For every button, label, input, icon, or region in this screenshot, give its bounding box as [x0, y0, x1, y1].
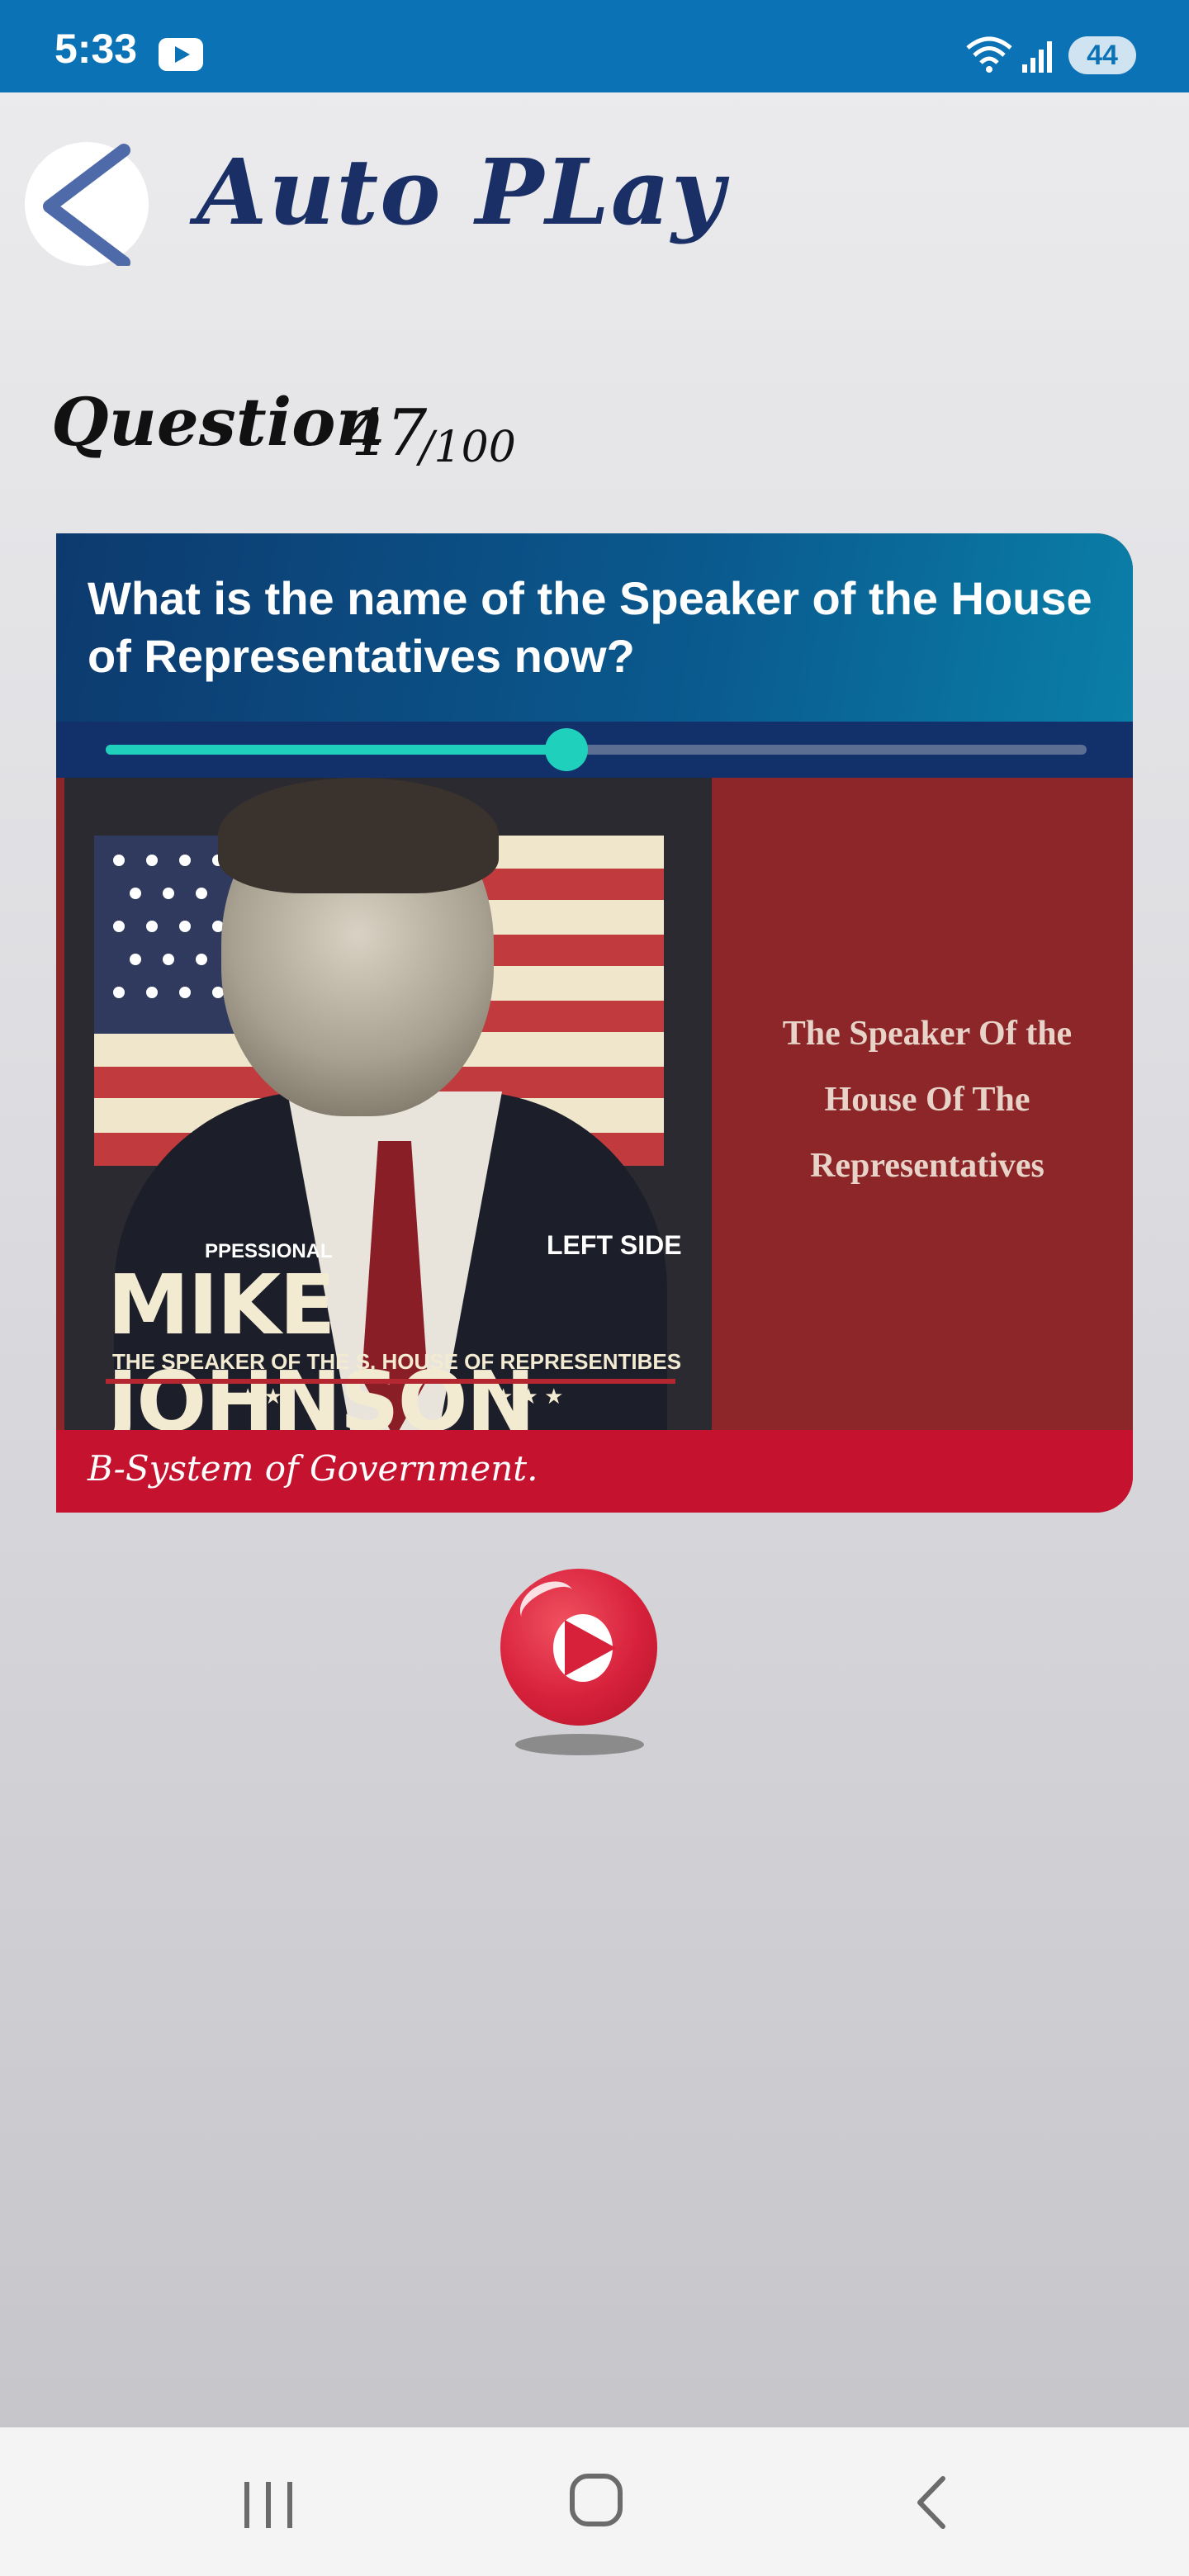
back-icon[interactable] [908, 2474, 958, 2531]
youtube-icon [159, 38, 203, 71]
card-header: What is the name of the Speaker of the H… [56, 533, 1133, 722]
poster-stars-icon: ★ ★ ★ [213, 1384, 283, 1409]
play-icon [565, 1620, 616, 1676]
signal-icon [1022, 41, 1052, 73]
question-card: What is the name of the Speaker of the H… [56, 533, 1133, 1513]
progress-track[interactable] [106, 728, 1087, 771]
recents-icon[interactable] [231, 2475, 306, 2533]
question-total: /100 [419, 423, 516, 472]
poster-image: PPESSIONAL LEFT SIDE MIKE JOHNSON THE SP… [64, 778, 712, 1430]
question-label: Question [51, 383, 384, 461]
poster-subtitle: THE SPEAKER OF THE S. HOUSE OF REPRESENT… [112, 1349, 682, 1374]
question-image: PPESSIONAL LEFT SIDE MIKE JOHNSON THE SP… [56, 778, 1133, 1430]
poster-stars-icon: ★ ★ ★ [494, 1384, 564, 1409]
back-button[interactable] [25, 142, 149, 266]
question-number: 47 [345, 396, 428, 471]
poster-name: MIKE JOHNSON [107, 1257, 535, 1430]
category-label: B-System of Government. [88, 1448, 538, 1489]
progress-slider-container [56, 722, 1133, 778]
image-caption: The Speaker Of the House Of The Represen… [782, 1015, 1073, 1185]
play-button-shadow [515, 1734, 644, 1755]
status-bar: 5:33 44 [0, 0, 1189, 92]
status-time: 5:33 [54, 26, 138, 72]
system-nav-bar [0, 2427, 1189, 2576]
page-title: Auto PLay [197, 139, 727, 245]
poster-stripe [106, 1379, 675, 1384]
play-button[interactable] [500, 1569, 657, 1726]
card-footer: B-System of Government. [56, 1430, 1133, 1513]
progress-thumb[interactable] [545, 728, 589, 771]
chevron-left-icon [43, 144, 130, 266]
battery-indicator: 44 [1068, 36, 1136, 74]
question-text: What is the name of the Speaker of the H… [88, 572, 1092, 682]
wifi-icon [966, 36, 1012, 73]
person-hair [218, 778, 499, 893]
progress-fill [106, 745, 567, 755]
home-icon[interactable] [570, 2474, 623, 2526]
